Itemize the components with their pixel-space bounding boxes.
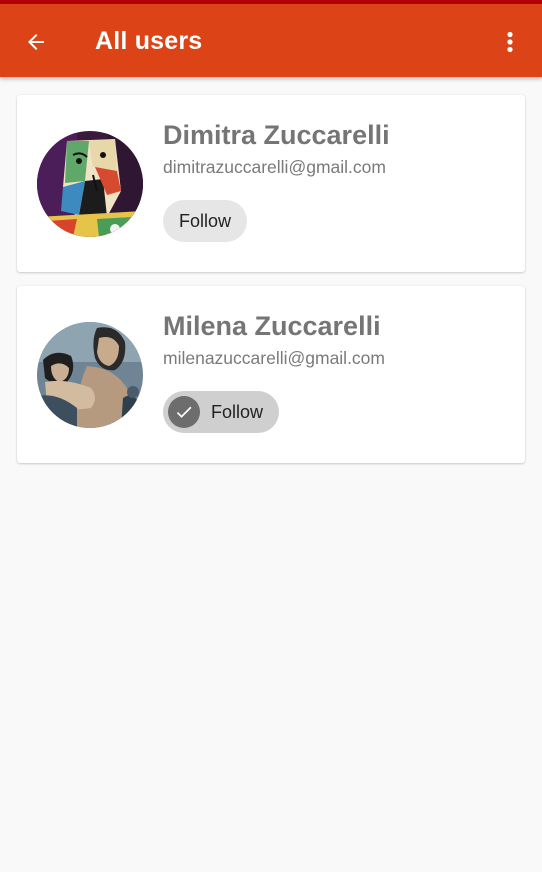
user-email: dimitrazuccarelli@gmail.com — [163, 157, 386, 177]
back-button[interactable] — [16, 22, 56, 62]
follow-button-label: Follow — [179, 210, 232, 231]
user-email: milenazuccarelli@gmail.com — [163, 348, 385, 368]
follow-button[interactable]: Follow — [163, 391, 280, 433]
user-name: Milena Zuccarelli — [163, 311, 381, 341]
more-vert-icon — [507, 31, 513, 53]
user-avatar[interactable] — [37, 322, 143, 428]
follow-button-label: Follow — [211, 401, 264, 422]
blue-period-portrait-avatar — [37, 322, 143, 428]
arrow-back-icon — [28, 34, 44, 50]
user-card[interactable]: Milena Zuccarelli milenazuccarelli@gmail… — [17, 286, 525, 463]
page-title: All users — [95, 27, 203, 55]
user-card[interactable]: Dimitra Zuccarelli dimitrazuccarelli@gma… — [17, 95, 525, 272]
follow-button[interactable]: Follow — [163, 200, 248, 242]
user-name: Dimitra Zuccarelli — [163, 120, 390, 150]
cubist-portrait-avatar — [37, 131, 143, 237]
user-avatar[interactable] — [37, 131, 143, 237]
check-icon — [168, 396, 200, 428]
overflow-menu-button[interactable] — [494, 22, 526, 62]
app-bar: All users — [0, 4, 542, 77]
